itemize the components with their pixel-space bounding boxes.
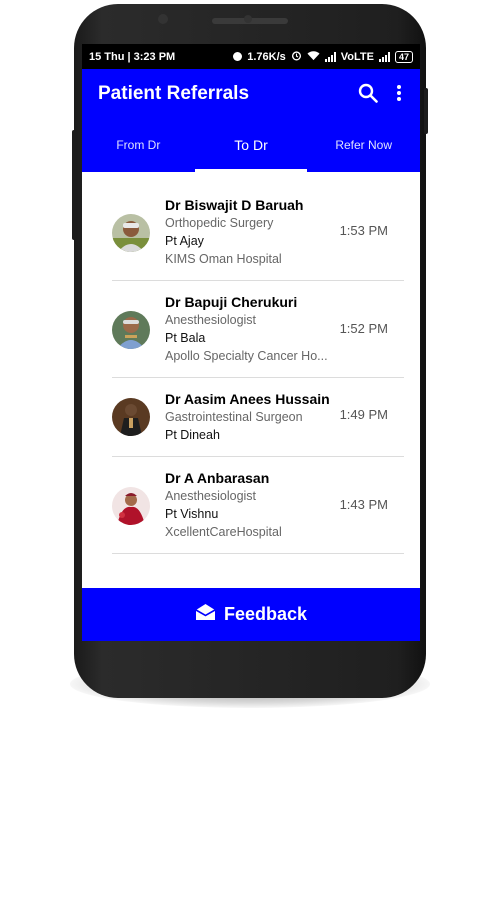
battery-indicator: 47 <box>394 50 413 63</box>
doctor-name: Dr A Anbarasan <box>165 470 270 486</box>
more-vert-icon[interactable] <box>386 80 412 106</box>
wifi-icon <box>307 50 320 64</box>
avatar <box>112 398 150 436</box>
referral-list: 1:53 PM Dr Biswajit D Baruah Orthopedic … <box>82 172 420 588</box>
doctor-name: Dr Bapuji Cherukuri <box>165 294 298 310</box>
search-icon[interactable] <box>355 80 381 106</box>
page-title: Patient Referrals <box>98 83 250 104</box>
referral-info: Dr Aasim Anees Hussain Gastrointestinal … <box>165 378 335 456</box>
hospital-name: Apollo Specialty Cancer Ho... <box>165 349 328 363</box>
referral-time: 1:52 PM <box>339 321 388 336</box>
volume-button <box>72 130 76 240</box>
phone-screen: 15 Thu | 3:23 PM 1.76K/s VoLTE 47 Patien… <box>82 44 420 641</box>
front-camera <box>158 14 168 24</box>
referral-info: Dr Biswajit D Baruah Orthopedic Surgery … <box>165 186 335 280</box>
tab-bar: From Dr To Dr Refer Now <box>82 117 420 172</box>
doctor-specialty: Gastrointestinal Surgeon <box>165 410 303 424</box>
network-type: VoLTE <box>340 50 374 63</box>
list-item[interactable]: 1:52 PM Dr Bapuji Cherukuri Anesthesiolo… <box>112 281 404 378</box>
list-item[interactable]: 1:49 PM Dr Aasim Anees Hussain Gastroint… <box>112 378 404 457</box>
referral-time: 1:49 PM <box>339 407 388 422</box>
power-button <box>424 88 428 134</box>
avatar <box>112 214 150 252</box>
avatar <box>112 487 150 525</box>
referral-info: Dr Bapuji Cherukuri Anesthesiologist Pt … <box>165 281 335 377</box>
status-bar: 15 Thu | 3:23 PM 1.76K/s VoLTE 47 <box>82 44 420 69</box>
signal-icon <box>324 51 336 62</box>
patient-name: Pt Vishnu <box>165 507 219 521</box>
status-indicators: 1.76K/s VoLTE 47 <box>233 50 413 64</box>
doctor-specialty: Orthopedic Surgery <box>165 216 274 230</box>
network-speed: 1.76K/s <box>247 50 286 63</box>
hospital-name: XcellentCareHospital <box>165 525 282 539</box>
hospital-name: KIMS Oman Hospital <box>165 252 282 266</box>
doctor-name: Dr Biswajit D Baruah <box>165 197 304 213</box>
feedback-label: Feedback <box>223 604 308 624</box>
avatar <box>112 311 150 349</box>
referral-info: Dr A Anbarasan Anesthesiologist Pt Vishn… <box>165 457 335 553</box>
doctor-specialty: Anesthesiologist <box>165 489 257 503</box>
envelope-open-icon <box>195 603 216 626</box>
alarm-icon <box>291 50 302 64</box>
list-item[interactable]: 1:43 PM Dr A Anbarasan Anesthesiologist … <box>112 457 404 554</box>
patient-name: Pt Bala <box>165 331 206 345</box>
signal-icon-2 <box>378 51 390 62</box>
tab-to-dr[interactable]: To Dr <box>194 117 308 172</box>
feedback-button[interactable]: Feedback <box>82 588 420 641</box>
patient-name: Pt Dineah <box>165 428 220 442</box>
referral-time: 1:53 PM <box>339 223 388 238</box>
patient-name: Pt Ajay <box>165 234 204 248</box>
status-time: 15 Thu | 3:23 PM <box>89 50 176 63</box>
list-item[interactable]: 1:53 PM Dr Biswajit D Baruah Orthopedic … <box>112 186 404 281</box>
front-sensor <box>244 15 252 23</box>
referral-time: 1:43 PM <box>339 497 388 512</box>
chat-icon <box>233 52 243 61</box>
tab-from-dr[interactable]: From Dr <box>82 117 195 172</box>
doctor-specialty: Anesthesiologist <box>165 313 257 327</box>
doctor-name: Dr Aasim Anees Hussain <box>165 391 330 407</box>
tab-refer-now[interactable]: Refer Now <box>307 117 420 172</box>
app-bar: Patient Referrals From Dr To Dr Refer No… <box>82 69 420 172</box>
